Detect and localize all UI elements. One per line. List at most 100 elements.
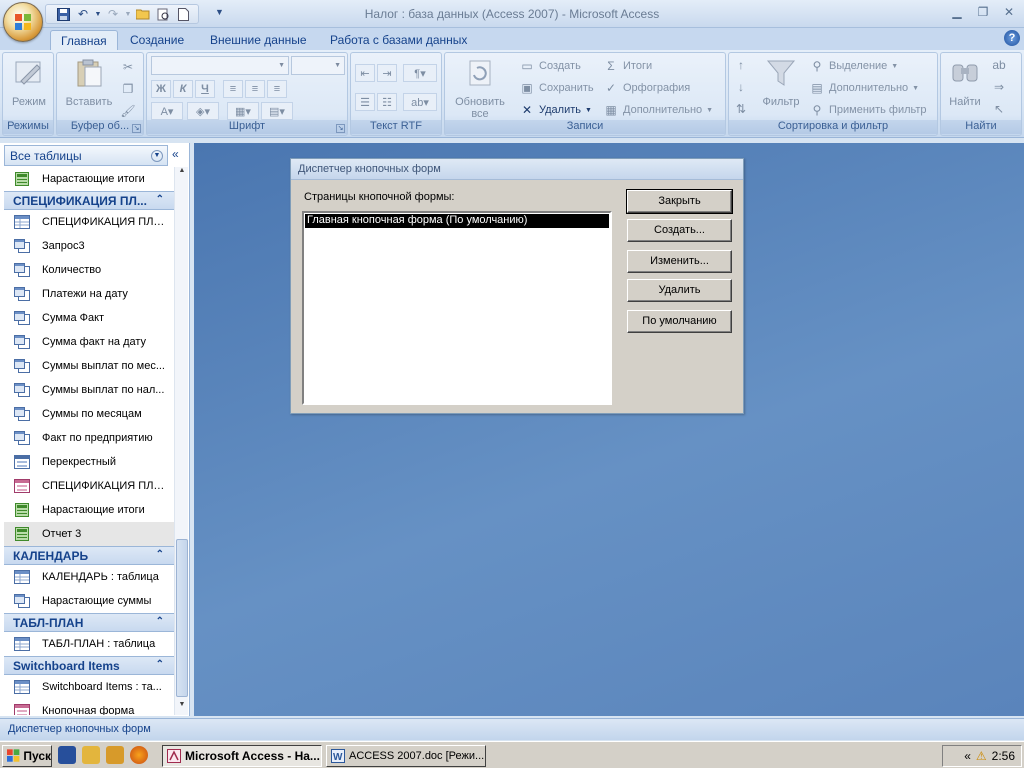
close-button[interactable]: Закрыть (626, 189, 733, 214)
font-name-combo[interactable]: ▼ (151, 56, 289, 75)
totals-button[interactable]: Σ Итоги (603, 57, 652, 75)
scroll-up-icon[interactable]: ▲ (175, 167, 189, 181)
nav-item[interactable]: Нарастающие итоги (4, 167, 174, 191)
underline-button[interactable]: Ч (195, 80, 215, 98)
tab-create[interactable]: Создание (120, 30, 194, 50)
nav-scrollbar[interactable]: ▲ ▼ (174, 167, 188, 715)
nav-item[interactable]: КАЛЕНДАРЬ : таблица (4, 565, 174, 589)
align-left-icon[interactable]: ≡ (223, 80, 243, 98)
nav-item[interactable]: СПЕЦИФИКАЦИЯ ПЛА... (4, 474, 174, 498)
chevron-up-icon[interactable]: ⌃ (156, 659, 164, 670)
nav-group-header[interactable]: КАЛЕНДАРЬ ⌃ (4, 546, 174, 565)
edit-button[interactable]: Изменить... (627, 250, 732, 273)
chevron-up-icon[interactable]: ⌃ (156, 549, 164, 560)
italic-button[interactable]: К (173, 80, 193, 98)
cut-icon[interactable]: ✂ (120, 59, 136, 75)
quick-launch-icon[interactable] (82, 746, 100, 764)
gridlines-icon[interactable]: ▦▾ (227, 102, 259, 120)
nav-group-header[interactable]: ТАБЛ-ПЛАН ⌃ (4, 613, 174, 632)
nav-item[interactable]: Факт по предприятию (4, 426, 174, 450)
scroll-thumb[interactable] (176, 539, 188, 697)
nav-item[interactable]: Платежи на дату (4, 282, 174, 306)
create-button[interactable]: Создать... (627, 219, 732, 242)
firefox-icon[interactable] (130, 746, 148, 764)
increase-indent-icon[interactable]: ⇥ (377, 64, 397, 82)
restore-icon[interactable]: ❐ (972, 3, 994, 21)
nav-item[interactable]: Суммы по месяцам (4, 402, 174, 426)
font-launcher-icon[interactable]: ↘ (336, 124, 345, 133)
close-icon[interactable]: ✕ (998, 3, 1020, 21)
tab-home[interactable]: Главная (50, 30, 118, 50)
alternate-fill-icon[interactable]: ▤▾ (261, 102, 293, 120)
nav-item[interactable]: СПЕЦИФИКАЦИЯ ПЛА... (4, 210, 174, 234)
help-icon[interactable]: ? (1004, 30, 1020, 46)
quick-launch-icon[interactable] (58, 746, 76, 764)
align-right-icon[interactable]: ≡ (267, 80, 287, 98)
nav-item[interactable]: Кнопочная форма (4, 699, 174, 715)
pages-list[interactable]: Главная кнопочная форма (По умолчанию) (302, 211, 612, 405)
go-to-icon[interactable]: ⇒ (991, 79, 1007, 95)
selection-button[interactable]: ⚲ Выделение ▼ (809, 57, 899, 75)
refresh-all-button[interactable]: Обновить все (449, 57, 511, 120)
nav-item[interactable]: Запрос3 (4, 234, 174, 258)
delete-record-button[interactable]: ✕ Удалить ▼ (519, 101, 592, 119)
collapse-pane-icon[interactable]: « (172, 147, 179, 161)
task-access[interactable]: Microsoft Access - На... (162, 745, 322, 767)
sort-descending-icon[interactable]: ↓ (733, 79, 749, 95)
advanced-filter-button[interactable]: ▤ Дополнительно ▼ (809, 79, 919, 97)
sort-ascending-icon[interactable]: ↑ (733, 57, 749, 73)
chevron-up-icon[interactable]: ⌃ (156, 194, 164, 205)
view-button[interactable]: Режим (9, 57, 49, 108)
nav-item[interactable]: Нарастающие итоги (4, 498, 174, 522)
toggle-filter-button[interactable]: ⚲ Применить фильтр (809, 101, 927, 119)
nav-item[interactable]: Отчет 3 (4, 522, 174, 546)
tab-database-tools[interactable]: Работа с базами данных (320, 30, 477, 50)
minimize-icon[interactable]: ▁ (946, 3, 968, 21)
task-word[interactable]: W ACCESS 2007.doc [Режи... (326, 745, 486, 767)
align-center-icon[interactable]: ≡ (245, 80, 265, 98)
select-cursor-icon[interactable]: ↖ (991, 101, 1007, 117)
chevron-up-icon[interactable]: ⌃ (156, 616, 164, 627)
make-default-button[interactable]: По умолчанию (627, 310, 732, 333)
tray-expand-icon[interactable]: « (964, 749, 971, 763)
font-size-combo[interactable]: ▼ (291, 56, 345, 75)
office-button[interactable] (3, 2, 43, 42)
font-color-icon[interactable]: A▾ (151, 102, 183, 120)
clear-sort-icon[interactable]: ⇅ (733, 101, 749, 117)
bullets-icon[interactable]: ☰ (355, 93, 375, 111)
delete-button[interactable]: Удалить (627, 279, 732, 302)
replace-icon[interactable]: ab (991, 57, 1007, 73)
nav-item[interactable]: Количество (4, 258, 174, 282)
nav-item[interactable]: Switchboard Items : та... (4, 675, 174, 699)
warning-icon[interactable]: ⚠ (976, 749, 987, 763)
nav-item[interactable]: Сумма факт на дату (4, 330, 174, 354)
nav-item[interactable]: Сумма Факт (4, 306, 174, 330)
quick-launch-icon[interactable] (106, 746, 124, 764)
filter-button[interactable]: Фильтр (757, 57, 805, 108)
nav-pane-header[interactable]: Все таблицы ▼ (4, 145, 168, 166)
more-records-button[interactable]: ▦ Дополнительно ▼ (603, 101, 713, 119)
nav-group-header[interactable]: СПЕЦИФИКАЦИЯ ПЛ... ⌃ (4, 191, 174, 210)
bold-button[interactable]: Ж (151, 80, 171, 98)
nav-item[interactable]: Нарастающие суммы (4, 589, 174, 613)
copy-icon[interactable]: ❐ (120, 81, 136, 97)
nav-item[interactable]: Перекрестный (4, 450, 174, 474)
list-item[interactable]: Главная кнопочная форма (По умолчанию) (305, 214, 609, 228)
nav-menu-dropdown-icon[interactable]: ▼ (151, 150, 163, 162)
nav-item[interactable]: ТАБЛ-ПЛАН : таблица (4, 632, 174, 656)
clipboard-launcher-icon[interactable]: ↘ (132, 124, 141, 133)
nav-group-header[interactable]: Switchboard Items ⌃ (4, 656, 174, 675)
start-button[interactable]: Пуск (2, 745, 52, 767)
find-button[interactable]: Найти (945, 57, 985, 108)
save-record-button[interactable]: ▣ Сохранить (519, 79, 593, 97)
fill-color-icon[interactable]: ◈▾ (187, 102, 219, 120)
format-painter-icon[interactable]: 🖌 (120, 103, 136, 119)
decrease-indent-icon[interactable]: ⇤ (355, 64, 375, 82)
numbering-icon[interactable]: ☷ (377, 93, 397, 111)
nav-item[interactable]: Суммы выплат по мес... (4, 354, 174, 378)
paragraph-direction-icon[interactable]: ¶▾ (403, 64, 437, 82)
new-record-button[interactable]: ▭ Создать (519, 57, 580, 75)
spelling-button[interactable]: ✓ Орфография (603, 79, 690, 97)
paste-button[interactable]: Вставить (63, 57, 115, 108)
tab-external-data[interactable]: Внешние данные (200, 30, 317, 50)
